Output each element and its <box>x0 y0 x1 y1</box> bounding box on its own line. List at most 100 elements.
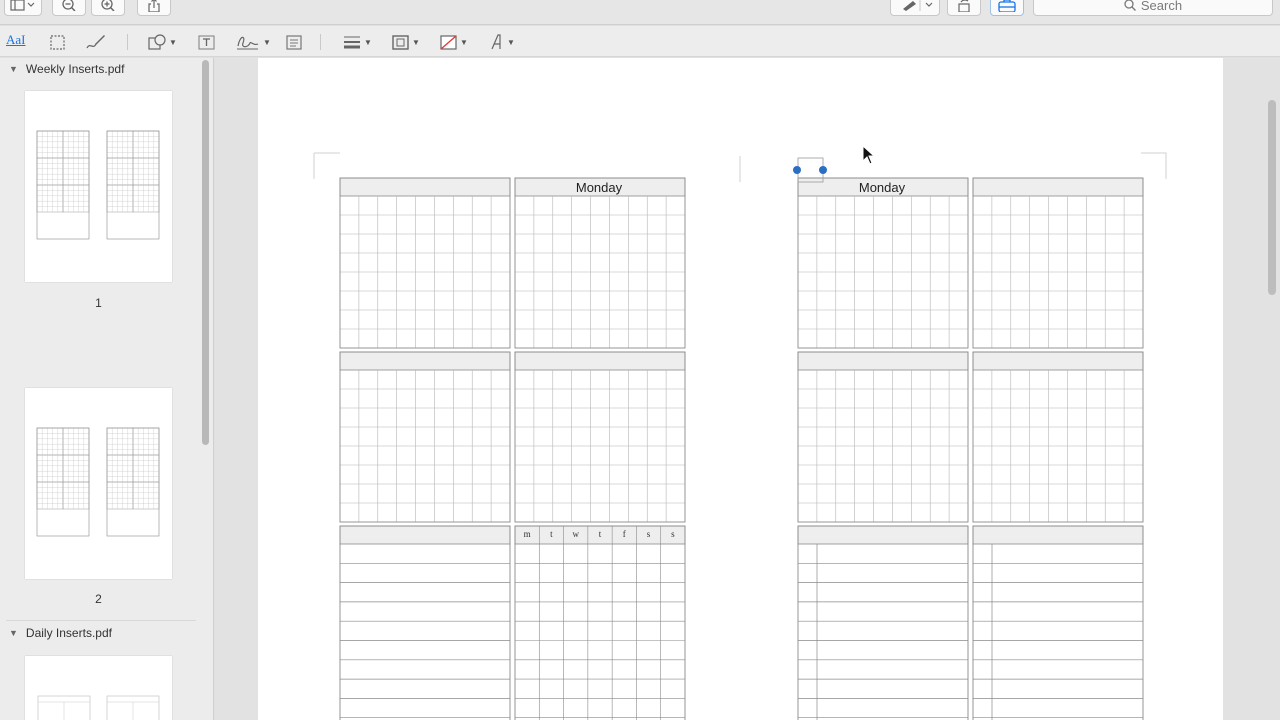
thumb-box <box>106 184 134 213</box>
document-name: Daily Inserts.pdf <box>25 626 112 640</box>
box-header <box>972 351 1144 371</box>
zoom-in-button[interactable] <box>91 0 125 16</box>
grid-box-mid-right-2 <box>972 351 1144 523</box>
search-icon <box>1124 0 1136 11</box>
rotate-button[interactable] <box>947 0 981 16</box>
box-border <box>972 177 1144 349</box>
crop-mark <box>313 152 340 179</box>
thumb-box <box>106 481 134 510</box>
document-header-weekly[interactable]: ▼ Weekly Inserts.pdf <box>0 58 198 80</box>
box-border <box>797 351 969 523</box>
rotate-icon <box>958 0 970 12</box>
box-border <box>972 351 1144 523</box>
shapes-tool[interactable]: ▼ <box>148 32 177 52</box>
page-content <box>313 152 1167 720</box>
thumb-box <box>36 157 64 186</box>
habit-day-label: m <box>523 529 531 539</box>
box-header <box>797 525 969 545</box>
box-header <box>972 177 1144 197</box>
shapes-icon <box>148 34 166 50</box>
thumb-box <box>132 427 160 456</box>
sidebar-scrollbar[interactable] <box>202 60 209 445</box>
toolbar-divider <box>127 34 128 50</box>
search-placeholder: Search <box>1140 0 1183 13</box>
box-border <box>797 177 969 349</box>
disclosure-triangle-icon[interactable]: ▼ <box>9 628 18 638</box>
crop-mark <box>1141 152 1167 179</box>
zoom-in-icon <box>101 0 115 11</box>
thumb-box <box>106 427 134 456</box>
box-border <box>339 525 511 720</box>
thumb-box <box>106 157 134 186</box>
box-border <box>797 525 969 720</box>
sidebar-view-button[interactable] <box>4 0 42 16</box>
grid-box-mid-left <box>339 351 511 523</box>
border-color-tool[interactable]: ▼ <box>392 32 420 52</box>
sketch-pen-icon <box>86 35 105 49</box>
box-border <box>514 177 686 349</box>
zoom-out-button[interactable] <box>52 0 86 16</box>
sidebar: ▼ Weekly Inserts.pdf 1 2 ▼ Daily Inserts… <box>0 58 214 720</box>
rect-selection-icon <box>50 34 65 50</box>
chevron-down-icon: ▼ <box>169 37 177 47</box>
page-thumbnail-2[interactable] <box>25 388 172 579</box>
search-field[interactable]: Search <box>1033 0 1273 16</box>
day-header-left: Monday <box>575 180 623 195</box>
thumb-box <box>132 184 160 213</box>
selection-handle-left[interactable] <box>793 166 801 174</box>
thumb-box <box>62 157 90 186</box>
habit-day-label: s <box>646 529 651 539</box>
checklist-box-left <box>797 525 969 720</box>
habit-day-label: t <box>598 529 602 539</box>
note-icon <box>286 34 302 50</box>
line-style-tool[interactable]: ▼ <box>343 32 372 52</box>
habit-day-label: s <box>671 529 675 539</box>
divider <box>6 620 196 621</box>
box-header <box>797 351 969 371</box>
text-box-tool[interactable] <box>198 32 215 52</box>
note-tool[interactable] <box>286 32 302 52</box>
rect-selection-tool[interactable] <box>50 32 65 52</box>
grid-box-monday-right <box>797 177 969 349</box>
line-style-icon <box>344 36 360 49</box>
sketch-tool[interactable] <box>86 32 106 52</box>
document-header-daily[interactable]: ▼ Daily Inserts.pdf <box>0 622 198 644</box>
signature-tool[interactable]: ▼ <box>236 32 271 52</box>
fill-color-tool[interactable]: ▼ <box>440 32 468 52</box>
checklist-box-right <box>972 525 1144 720</box>
lined-box-left <box>339 525 511 720</box>
text-selection-tool[interactable]: AaI <box>6 32 26 48</box>
text-style-tool[interactable]: ▼ <box>490 32 515 52</box>
thumb-box <box>36 454 64 483</box>
box-header <box>339 351 511 371</box>
markup-toolbox-button[interactable] <box>990 0 1024 16</box>
share-button[interactable] <box>137 0 171 16</box>
thumb-box <box>36 130 64 159</box>
box-header <box>339 177 511 197</box>
selection-handle-right[interactable] <box>819 166 827 174</box>
thumb-box <box>62 184 90 213</box>
signature-icon <box>237 36 259 50</box>
thumb-box <box>132 481 160 510</box>
toolbar-divider <box>320 34 321 50</box>
box-border <box>514 351 686 523</box>
document-scrollbar[interactable] <box>1268 100 1276 295</box>
page-number: 2 <box>95 592 102 606</box>
thumb-box <box>132 130 160 159</box>
text-box-icon <box>198 34 215 50</box>
thumb-box <box>36 481 64 510</box>
page-thumbnail-1[interactable] <box>25 91 172 282</box>
highlight-button[interactable] <box>890 0 940 16</box>
text-selection-label: AaI <box>6 32 26 47</box>
page-thumbnail-daily[interactable] <box>25 656 172 720</box>
thumb-box <box>106 454 134 483</box>
disclosure-triangle-icon[interactable]: ▼ <box>9 64 18 74</box>
grid-box-monday-left <box>514 177 686 349</box>
day-header-right: Monday <box>858 180 906 195</box>
box-header <box>972 525 1144 545</box>
thumb-box <box>132 454 160 483</box>
markup-toolbar: AaI ▼ ▼ ▼ ▼ ▼ ▼ <box>0 26 1280 57</box>
chevron-down-icon: ▼ <box>507 37 515 47</box>
pdf-page: Monday Monday m t w t f s s <box>258 58 1223 720</box>
document-view: Monday Monday m t w t f s s <box>215 58 1280 720</box>
